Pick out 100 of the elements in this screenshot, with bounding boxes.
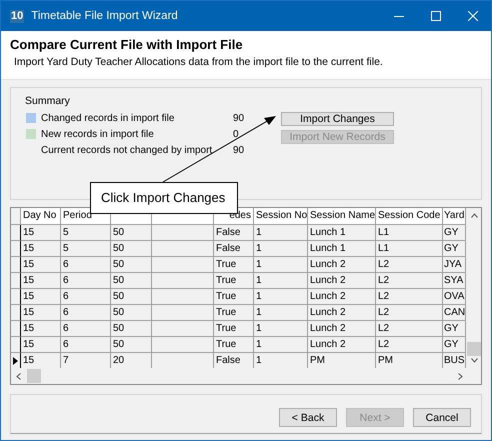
table-cell: Lunch 2 [308, 257, 376, 273]
table-cell: Lunch 2 [308, 305, 376, 321]
table-cell: 7 [61, 353, 111, 369]
wizard-button[interactable]: < Back [279, 408, 337, 427]
table-cell: 6 [61, 321, 111, 337]
table-cell: 15 [21, 305, 61, 321]
row-selector[interactable] [11, 289, 21, 305]
table-cell: L2 [376, 321, 443, 337]
current-row-icon [13, 356, 18, 364]
row-selector[interactable] [11, 337, 21, 353]
table-cell: CAN [443, 305, 466, 321]
table-cell: 6 [61, 257, 111, 273]
table-cell: 6 [61, 273, 111, 289]
table-cell [152, 241, 214, 257]
row-selector[interactable] [11, 353, 21, 369]
row-selector[interactable] [11, 305, 21, 321]
scroll-left-icon [16, 372, 21, 380]
grid-corner [11, 208, 21, 225]
table-cell: 15 [21, 321, 61, 337]
maximize-icon [430, 11, 440, 21]
summary-label: Summary [25, 95, 71, 107]
table-cell: Lunch 2 [308, 321, 376, 337]
table-cell: 15 [21, 289, 61, 305]
table-cell: L2 [376, 305, 443, 321]
summary-text: New records in import file [41, 128, 155, 140]
table-cell: 15 [21, 257, 61, 273]
table-cell: 20 [111, 353, 152, 369]
table-cell: 1 [254, 305, 308, 321]
table-cell: False [214, 241, 254, 257]
table-cell: 50 [111, 337, 152, 353]
column-header[interactable]: Day No [21, 208, 61, 225]
table-cell [152, 305, 214, 321]
summary-count: 0 [233, 128, 240, 140]
table-cell: 15 [21, 241, 61, 257]
scroll-thumb[interactable] [467, 342, 481, 356]
import-button[interactable]: Import Changes [281, 112, 394, 126]
horizontal-scrollbar[interactable] [11, 368, 481, 384]
scroll-thumb[interactable] [27, 369, 41, 383]
table-cell: 6 [61, 337, 111, 353]
table-cell: L2 [376, 289, 443, 305]
close-icon [468, 11, 478, 21]
table-cell: PM [376, 353, 443, 369]
table-cell: Lunch 1 [308, 241, 376, 257]
scroll-down-icon [470, 358, 478, 363]
table-cell: 5 [61, 225, 111, 241]
row-selector[interactable] [11, 321, 21, 337]
table-cell: 50 [111, 289, 152, 305]
table-cell: GY [443, 337, 466, 353]
table-cell: 1 [254, 337, 308, 353]
summary-text: Current records not changed by import [41, 144, 214, 156]
table-cell: Lunch 2 [308, 289, 376, 305]
table-cell: True [214, 305, 254, 321]
table-cell: 1 [254, 289, 308, 305]
table-cell: Lunch 1 [308, 225, 376, 241]
table-cell: PM [308, 353, 376, 369]
table-cell [152, 273, 214, 289]
table-cell: 50 [111, 225, 152, 241]
table-cell: 5 [61, 241, 111, 257]
table-cell: GY [443, 225, 466, 241]
table-cell: 6 [61, 289, 111, 305]
column-header[interactable]: Session Name [308, 208, 376, 225]
table-cell: 6 [61, 305, 111, 321]
table-cell: 50 [111, 321, 152, 337]
row-selector[interactable] [11, 257, 21, 273]
table-cell: 1 [254, 321, 308, 337]
column-header[interactable]: Session Code [376, 208, 443, 225]
scroll-up-icon [470, 213, 478, 218]
table-cell: 1 [254, 353, 308, 369]
wizard-button[interactable]: Cancel [413, 408, 471, 427]
table-cell: 50 [111, 257, 152, 273]
table-cell: GY [443, 321, 466, 337]
table-cell: Lunch 2 [308, 273, 376, 289]
table-cell: L2 [376, 337, 443, 353]
table-cell: OVA [443, 289, 466, 305]
row-selector[interactable] [11, 273, 21, 289]
summary-count: 90 [233, 112, 246, 124]
page-description: Import Yard Duty Teacher Allocations data from the import file to the current file. [14, 56, 384, 68]
column-header[interactable]: Yard [443, 208, 466, 225]
table-cell [152, 289, 214, 305]
row-selector[interactable] [11, 225, 21, 241]
table-cell: GY [443, 241, 466, 257]
table-cell: SYA [443, 273, 466, 289]
table-cell: 1 [254, 273, 308, 289]
table-cell: True [214, 289, 254, 305]
table-cell [152, 321, 214, 337]
table-cell: L2 [376, 257, 443, 273]
scroll-right-icon [458, 372, 463, 380]
table-cell: 50 [111, 273, 152, 289]
table-cell: L2 [376, 273, 443, 289]
table-cell: 1 [254, 241, 308, 257]
table-cell: True [214, 273, 254, 289]
table-cell: True [214, 337, 254, 353]
row-selector[interactable] [11, 241, 21, 257]
table-cell [152, 257, 214, 273]
table-cell: 15 [21, 273, 61, 289]
table-cell: Lunch 2 [308, 337, 376, 353]
table-cell: False [214, 353, 254, 369]
table-cell: True [214, 321, 254, 337]
table-cell: 15 [21, 337, 61, 353]
column-header[interactable]: Session No [254, 208, 308, 225]
